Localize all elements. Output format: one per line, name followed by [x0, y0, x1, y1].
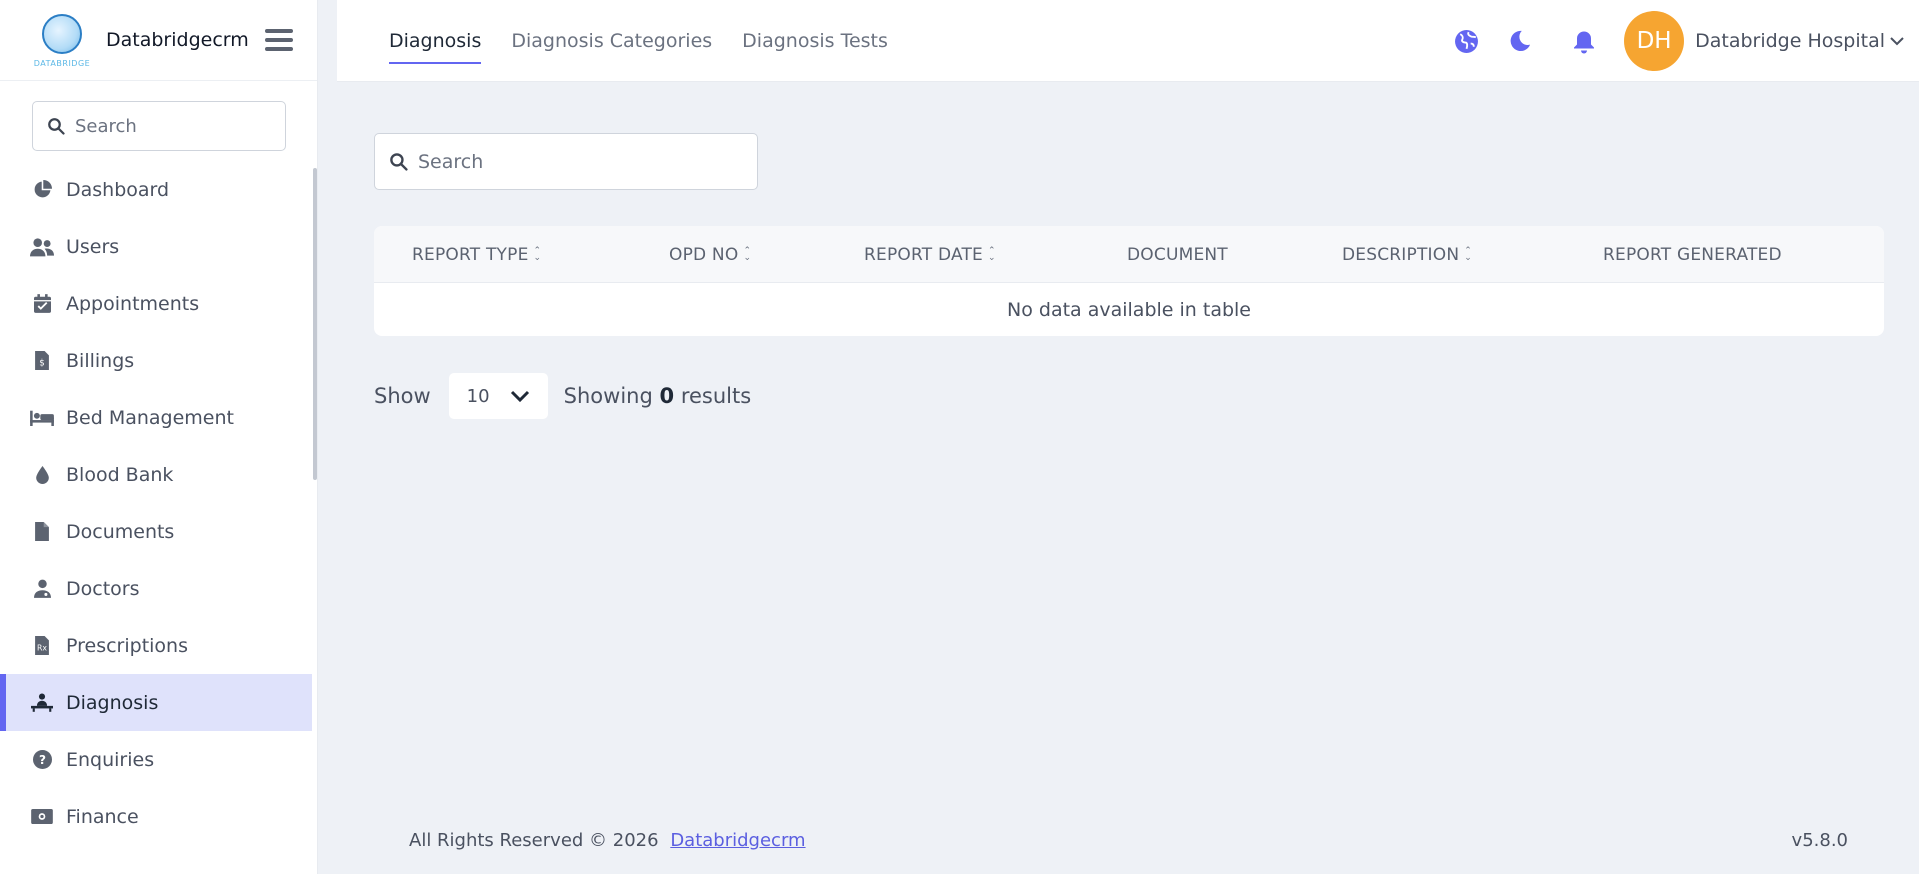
table-pager: Show 10 Showing 0 results: [374, 373, 751, 419]
bed-icon: [30, 406, 54, 430]
invoice-dollar-icon: $: [30, 349, 54, 373]
sidebar-item-label: Dashboard: [66, 178, 170, 201]
moon-icon[interactable]: [1506, 27, 1534, 55]
top-header: Diagnosis Diagnosis Categories Diagnosis…: [337, 0, 1919, 82]
sidebar-item-label: Bed Management: [66, 406, 234, 429]
table-header-row: REPORT TYPE ⌃ ⌄ OPD NO ⌃ ⌄ REPORT DATE ⌃ ⌄ …: [374, 226, 1884, 283]
logo-wordmark: DATABRIDGE: [33, 59, 91, 68]
show-label: Show: [374, 384, 431, 408]
sidebar: DATABRIDGE Databridgecrm Dashboard Users…: [0, 0, 318, 874]
sort-icon: ⌃ ⌄: [1464, 245, 1473, 263]
footer-copyright: All Rights Reserved © 2026 Databridgecrm: [409, 830, 806, 851]
table-search-input[interactable]: [418, 150, 738, 173]
avatar[interactable]: DH: [1624, 11, 1685, 71]
table-empty-message: No data available in table: [1007, 298, 1251, 321]
blood-drop-icon: [30, 463, 54, 487]
search-icon: [390, 153, 408, 171]
column-header-report-date[interactable]: REPORT DATE ⌃ ⌄: [864, 226, 996, 283]
chevron-down-icon[interactable]: [1889, 33, 1905, 49]
sidebar-item-documents[interactable]: Documents: [0, 503, 312, 560]
question-circle-icon: ?: [30, 748, 54, 772]
header-actions: DH Databridge Hospital: [1452, 0, 1919, 82]
tab-diagnosis-categories[interactable]: Diagnosis Categories: [511, 24, 712, 58]
globe-icon[interactable]: [1452, 27, 1480, 55]
brand-name: Databridgecrm: [106, 29, 249, 51]
column-header-label: DESCRIPTION: [1342, 244, 1460, 265]
money-bill-icon: [30, 805, 54, 829]
svg-text:?: ?: [38, 753, 45, 767]
page-size-select[interactable]: 10: [448, 373, 548, 419]
column-header-report-type[interactable]: REPORT TYPE ⌃ ⌄: [412, 226, 541, 283]
column-header-report-generated: REPORT GENERATED: [1603, 226, 1782, 283]
sidebar-item-bed-management[interactable]: Bed Management: [0, 389, 312, 446]
menu-toggle-icon[interactable]: [264, 29, 293, 51]
sidebar-item-label: Finance: [66, 805, 139, 828]
results-summary: Showing 0 results: [564, 384, 752, 408]
results-suffix: results: [680, 384, 752, 408]
document-icon: [30, 520, 54, 544]
sidebar-nav: Dashboard Users Appointments $ Billings …: [0, 161, 317, 845]
tab-diagnosis-tests[interactable]: Diagnosis Tests: [742, 24, 888, 58]
sidebar-item-label: Enquiries: [66, 748, 155, 771]
column-header-description[interactable]: DESCRIPTION ⌃ ⌄: [1342, 226, 1472, 283]
column-header-label: DOCUMENT: [1127, 244, 1228, 265]
tab-bar: Diagnosis Diagnosis Categories Diagnosis…: [389, 0, 888, 82]
sidebar-item-appointments[interactable]: Appointments: [0, 275, 312, 332]
chevron-down-icon: [510, 390, 529, 403]
table-search: [374, 133, 758, 190]
sidebar-search-input[interactable]: [75, 115, 265, 137]
sidebar-item-prescriptions[interactable]: Rx Prescriptions: [0, 617, 312, 674]
column-header-label: REPORT TYPE: [412, 244, 529, 265]
user-name[interactable]: Databridge Hospital: [1695, 30, 1885, 52]
sidebar-item-label: Appointments: [66, 292, 200, 315]
sort-icon: ⌃ ⌄: [987, 245, 996, 263]
sidebar-scrollbar[interactable]: [313, 168, 317, 480]
sidebar-item-billings[interactable]: $ Billings: [0, 332, 312, 389]
pie-chart-icon: [30, 178, 54, 202]
copyright-text: All Rights Reserved © 2026: [409, 830, 659, 851]
globe-logo-icon: [42, 14, 82, 54]
patient-bed-icon: [30, 691, 54, 715]
page-size-value: 10: [466, 385, 490, 407]
sidebar-item-label: Prescriptions: [66, 634, 188, 657]
brand-header: DATABRIDGE Databridgecrm: [0, 0, 317, 81]
users-icon: [30, 235, 54, 259]
doctor-icon: [30, 577, 54, 601]
sidebar-item-label: Billings: [66, 349, 135, 372]
sidebar-item-finance[interactable]: Finance: [0, 788, 312, 845]
sidebar-search: [32, 101, 286, 151]
sidebar-item-blood-bank[interactable]: Blood Bank: [0, 446, 312, 503]
app-version: v5.8.0: [1791, 830, 1848, 851]
sidebar-item-diagnosis[interactable]: Diagnosis: [0, 674, 312, 731]
sidebar-item-label: Doctors: [66, 577, 140, 600]
results-count: 0: [659, 384, 675, 408]
brand-logo[interactable]: DATABRIDGE: [32, 12, 92, 68]
column-header-label: REPORT GENERATED: [1603, 244, 1782, 265]
sidebar-item-users[interactable]: Users: [0, 218, 312, 275]
prescription-icon: Rx: [30, 634, 54, 658]
sidebar-item-enquiries[interactable]: ? Enquiries: [0, 731, 312, 788]
calendar-check-icon: [30, 292, 54, 316]
sort-icon: ⌃ ⌄: [533, 245, 542, 263]
results-prefix: Showing: [563, 384, 653, 408]
svg-text:$: $: [39, 359, 45, 369]
sidebar-item-doctors[interactable]: Doctors: [0, 560, 312, 617]
diagnosis-table: REPORT TYPE ⌃ ⌄ OPD NO ⌃ ⌄ REPORT DATE ⌃ ⌄ …: [374, 226, 1884, 336]
tab-diagnosis[interactable]: Diagnosis: [389, 24, 482, 64]
footer-link[interactable]: Databridgecrm: [670, 830, 805, 851]
sidebar-item-label: Users: [66, 235, 120, 258]
sidebar-item-label: Diagnosis: [66, 691, 159, 714]
bell-icon[interactable]: [1570, 27, 1598, 55]
sidebar-item-label: Documents: [66, 520, 175, 543]
sidebar-item-dashboard[interactable]: Dashboard: [0, 161, 312, 218]
sidebar-item-label: Blood Bank: [66, 463, 174, 486]
svg-text:Rx: Rx: [37, 644, 47, 653]
search-icon: [48, 118, 65, 135]
column-header-document: DOCUMENT: [1127, 226, 1228, 283]
column-header-label: OPD NO: [669, 244, 739, 265]
sort-icon: ⌃ ⌄: [743, 245, 752, 263]
column-header-opd-no[interactable]: OPD NO ⌃ ⌄: [669, 226, 751, 283]
column-header-label: REPORT DATE: [864, 244, 983, 265]
